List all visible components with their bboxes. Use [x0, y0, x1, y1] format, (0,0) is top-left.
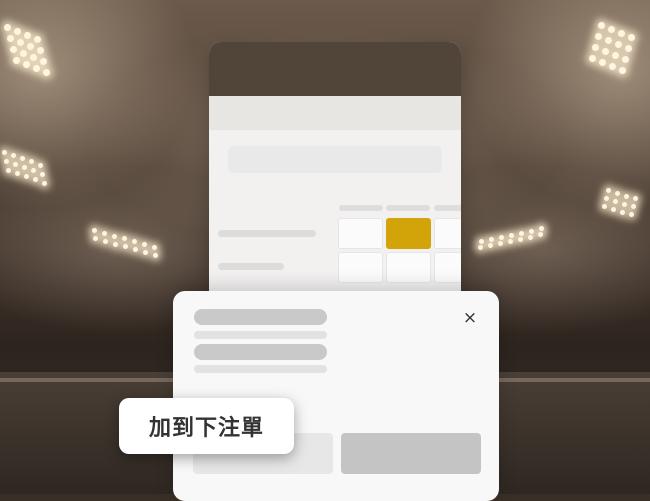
floodlight [620, 209, 625, 215]
floodlight [142, 242, 147, 247]
floodlight [628, 33, 635, 41]
row-label-placeholder [218, 230, 316, 237]
floodlight [598, 22, 605, 29]
floodlight [625, 44, 632, 52]
floodlight [518, 236, 523, 242]
floodlight [152, 244, 157, 250]
selection-title-placeholder [194, 309, 327, 325]
selection-detail-placeholder [194, 331, 327, 339]
floodlight [153, 252, 158, 258]
floodlight [4, 24, 11, 31]
floodlight [102, 230, 107, 236]
floodlight [615, 190, 620, 196]
odds-panel-header [209, 42, 461, 96]
floodlight [595, 33, 602, 40]
floodlight [20, 49, 27, 57]
floodlight [42, 180, 47, 186]
floodlight [2, 150, 7, 155]
floodlight [602, 204, 607, 209]
odds-panel [209, 42, 461, 292]
floodlight [611, 206, 616, 212]
floodlight [605, 36, 612, 44]
floodlight [24, 31, 31, 39]
odds-cell[interactable] [434, 252, 461, 283]
floodlight [498, 240, 503, 246]
floodlight [23, 60, 30, 68]
floodlight [622, 201, 627, 207]
floodlight [529, 228, 534, 234]
column-header-placeholder [339, 205, 383, 211]
floodlight [40, 171, 45, 177]
floodlight [592, 44, 599, 51]
column-header-placeholder [386, 205, 430, 211]
floodlight [37, 46, 44, 54]
floodlight [599, 58, 606, 66]
floodlight [612, 51, 619, 59]
odds-cell[interactable] [338, 252, 383, 283]
odds-panel-search-placeholder [228, 146, 442, 173]
floodlight [113, 241, 118, 247]
floodlight [30, 53, 37, 61]
selection-title-placeholder [194, 344, 327, 360]
floodlight [608, 25, 615, 33]
close-icon[interactable]: × [461, 309, 479, 327]
floodlight [10, 46, 17, 53]
floodlight [589, 55, 596, 62]
add-to-betslip-button[interactable]: 加到下注單 [119, 398, 294, 454]
odds-cell-selected[interactable] [386, 218, 431, 249]
floodlight [622, 55, 629, 63]
floodlight [38, 162, 43, 168]
floodlight [4, 159, 9, 164]
floodlight [615, 40, 622, 48]
floodlight [479, 239, 484, 244]
betslip-primary-button[interactable] [341, 433, 481, 474]
floodlight [6, 168, 11, 173]
floodlight [609, 62, 616, 70]
floodlight [618, 29, 625, 37]
odds-cell[interactable] [434, 218, 461, 249]
floodlight [93, 236, 98, 241]
floodlight [143, 250, 148, 255]
odds-panel-subheader [209, 96, 461, 130]
floodlight [602, 47, 609, 55]
floodlight [40, 57, 47, 65]
floodlight [478, 245, 483, 250]
betslip-card: × [173, 291, 499, 501]
floodlight [619, 66, 626, 74]
floodlight [17, 38, 24, 46]
floodlight [499, 234, 504, 240]
selection-detail-placeholder [194, 365, 327, 373]
floodlight [92, 228, 97, 233]
floodlight [34, 35, 41, 43]
floodlight [43, 68, 50, 76]
floodlight [27, 42, 34, 50]
floodlight [488, 242, 493, 248]
floodlight [624, 193, 629, 199]
floodlight [613, 198, 618, 204]
floodlight [604, 196, 609, 201]
floodlight [508, 238, 513, 244]
floodlight [112, 233, 117, 239]
floodlight [14, 27, 21, 35]
floodlight [7, 35, 14, 42]
odds-cell[interactable] [386, 252, 431, 283]
column-header-placeholder [434, 205, 461, 211]
floodlight [489, 236, 494, 242]
floodlight [519, 230, 524, 236]
row-label-placeholder [218, 263, 284, 270]
odds-cell[interactable] [338, 218, 383, 249]
floodlight [528, 234, 533, 240]
floodlight [103, 238, 108, 244]
floodlight [606, 188, 611, 193]
floodlight [13, 57, 20, 64]
floodlight [509, 232, 514, 238]
floodlight [33, 64, 40, 72]
